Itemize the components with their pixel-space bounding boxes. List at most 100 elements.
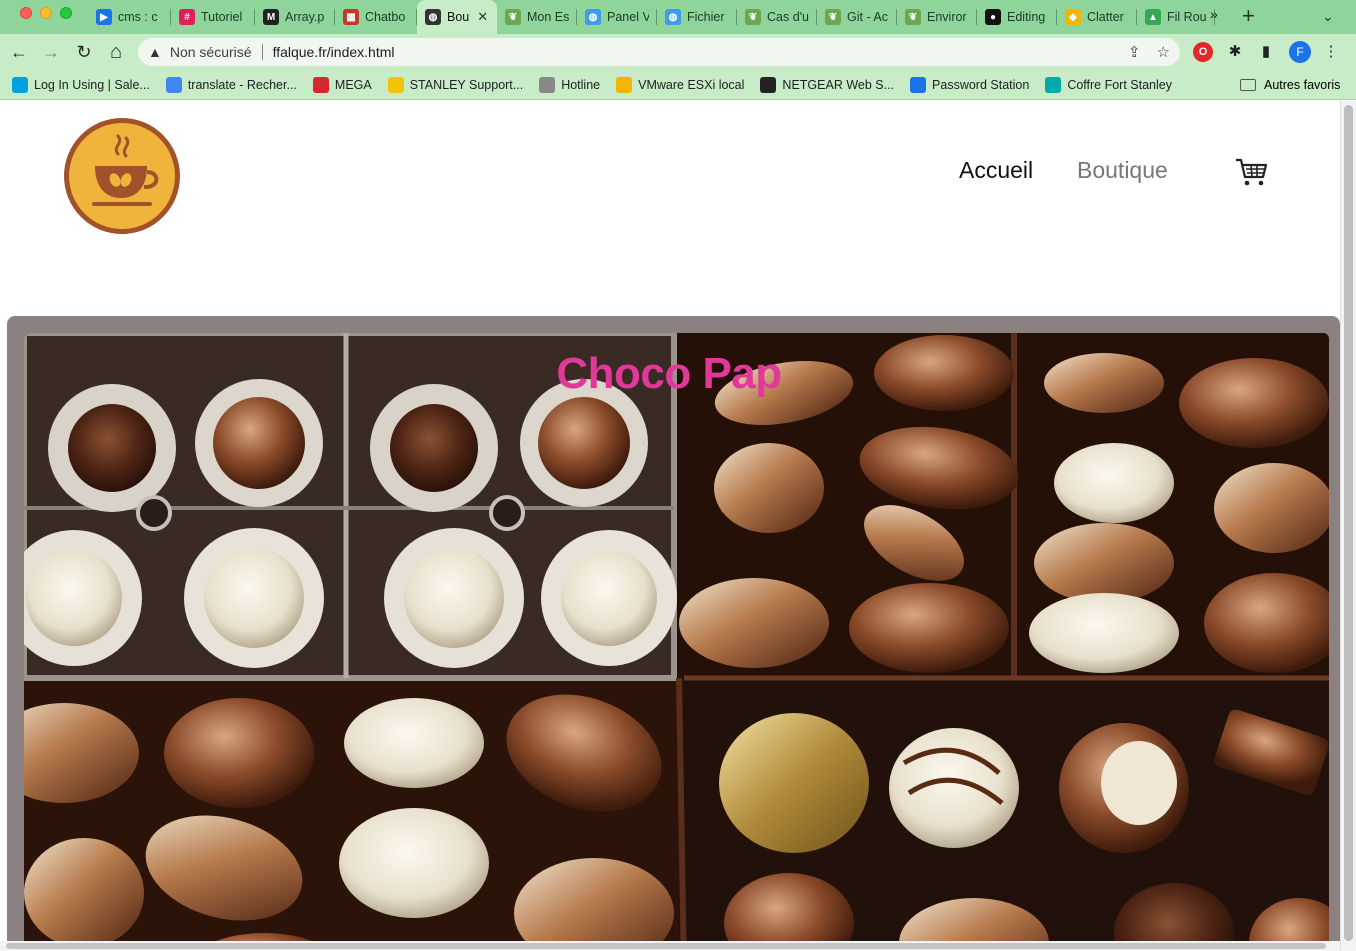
coffee-cup-logo[interactable] xyxy=(62,116,182,236)
browser-tab[interactable]: ◍ Bou ✕ xyxy=(417,0,497,34)
share-icon[interactable]: ⇪ xyxy=(1128,43,1141,61)
bookmark-favicon-icon xyxy=(1045,76,1062,93)
nav-link-accueil[interactable]: Accueil xyxy=(959,157,1033,184)
browser-tab[interactable]: M Array.p xyxy=(255,0,335,34)
drive-icon: ▲ xyxy=(1145,9,1161,25)
bookmark-favicon-icon xyxy=(539,76,556,93)
tab-bar: ▶ cms : c # Tutoriel M Array.p ▦ Chatbo ◍ Bou ✕ ❦ Mo… xyxy=(0,0,1356,34)
adblock-extension-icon[interactable]: O xyxy=(1193,42,1213,62)
hero-title: Choco Pap xyxy=(556,349,782,398)
tab-label: Cas d'u xyxy=(767,10,809,24)
bookmark-favicon-icon xyxy=(12,76,28,93)
tab-label: Bou xyxy=(447,10,470,24)
browser-tab[interactable]: ❦ Git - Ac xyxy=(817,0,897,34)
horizontal-scrollbar[interactable] xyxy=(0,941,1340,951)
tab-label: Tutoriel xyxy=(201,10,243,24)
pin-icon: ◆ xyxy=(1065,9,1081,25)
browser-tab[interactable]: ◍ Panel V xyxy=(577,0,657,34)
shopping-cart-icon[interactable] xyxy=(1234,157,1268,187)
horizontal-scroll-thumb[interactable] xyxy=(6,943,1326,949)
extensions-puzzle-icon[interactable]: ✱ xyxy=(1225,42,1245,62)
tab-strip: ▶ cms : c # Tutoriel M Array.p ▦ Chatbo ◍ Bou ✕ ❦ Mo… xyxy=(88,0,1215,34)
leaf-icon: ❦ xyxy=(905,9,921,25)
browser-toolbar: ← → ↻ ⌂ ▲ Non sécurisé ffalque.fr/index.… xyxy=(0,34,1356,70)
browser-tab[interactable]: ▶ cms : c xyxy=(88,0,171,34)
browser-tab[interactable]: # Tutoriel xyxy=(171,0,255,34)
bookmark-star-icon[interactable]: ☆ xyxy=(1157,43,1170,61)
security-label[interactable]: Non sécurisé xyxy=(170,44,252,60)
other-bookmarks-folder[interactable]: Autres favoris xyxy=(1240,70,1340,100)
bookmark-item[interactable]: NETGEAR Web S... xyxy=(760,76,894,93)
browser-tab[interactable]: ● Editing xyxy=(977,0,1057,34)
bookmark-label: Password Station xyxy=(932,77,1030,92)
bookmark-label: translate - Recher... xyxy=(187,77,297,92)
leaf-icon: ❦ xyxy=(745,9,761,25)
bookmark-item[interactable]: Password Station xyxy=(910,76,1030,93)
browser-tab[interactable]: ▲ Fil Rou xyxy=(1137,0,1215,34)
tab-label: Array.p xyxy=(285,10,325,24)
url-text[interactable]: ffalque.fr/index.html xyxy=(273,44,395,60)
bookmark-item[interactable]: Hotline xyxy=(539,76,601,93)
browser-tab[interactable]: ◆ Clatter xyxy=(1057,0,1137,34)
close-tab-icon[interactable]: ✕ xyxy=(477,9,488,25)
other-bookmarks-label: Autres favoris xyxy=(1264,78,1341,92)
new-tab-button[interactable]: + xyxy=(1242,5,1255,27)
tab-label: Fil Rou xyxy=(1167,10,1207,24)
browser-tab[interactable]: ❦ Mon Es xyxy=(497,0,577,34)
bookmark-label: Hotline xyxy=(561,77,601,92)
tab-label: cms : c xyxy=(118,10,158,24)
browser-tab[interactable]: ❦ Enviror xyxy=(897,0,977,34)
bookmark-favicon-icon xyxy=(312,76,329,93)
bookmark-item[interactable]: STANLEY Support... xyxy=(387,76,524,93)
bookmark-item[interactable]: Coffre Fort Stanley xyxy=(1045,76,1172,93)
window-close-button[interactable] xyxy=(20,7,32,19)
bookmark-favicon-icon xyxy=(387,76,404,93)
github-icon: ● xyxy=(985,9,1001,25)
slack-icon: # xyxy=(179,9,195,25)
bookmark-item[interactable]: MEGA xyxy=(312,76,372,93)
globe-icon: ◍ xyxy=(665,9,681,25)
window-maximize-button[interactable] xyxy=(60,7,72,19)
side-panel-icon[interactable]: ▮ xyxy=(1256,42,1276,62)
vertical-scroll-thumb[interactable] xyxy=(1344,105,1353,941)
address-bar[interactable]: ▲ Non sécurisé ffalque.fr/index.html ⇪ ☆ xyxy=(138,38,1180,66)
tab-search-button[interactable]: ⌄ xyxy=(1322,8,1334,25)
bookmark-label: MEGA xyxy=(334,77,372,92)
tab-label: Chatbo xyxy=(365,10,406,24)
globe-icon: ◍ xyxy=(585,9,601,25)
bookmark-item[interactable]: VMware ESXi local xyxy=(616,76,745,93)
bookmark-favicon-icon xyxy=(910,76,927,93)
tab-label: Mon Es xyxy=(527,10,569,24)
warning-icon[interactable]: ▲ xyxy=(148,44,162,60)
m-icon: M xyxy=(263,9,279,25)
vertical-scrollbar[interactable] xyxy=(1340,101,1356,951)
profile-avatar[interactable]: F xyxy=(1289,41,1311,63)
home-button[interactable]: ⌂ xyxy=(105,41,127,63)
bookmark-favicon-icon xyxy=(616,76,633,93)
bookmark-favicon-icon xyxy=(760,76,777,93)
browser-menu-icon[interactable]: ⋮ xyxy=(1321,42,1341,62)
tab-label: Panel V xyxy=(607,10,649,24)
tab-label: Editing xyxy=(1007,10,1046,24)
window-minimize-button[interactable] xyxy=(40,7,52,19)
hero-banner: Choco Pap xyxy=(24,333,1329,951)
bookmark-item[interactable]: translate - Recher... xyxy=(165,76,297,93)
address-divider xyxy=(261,44,263,60)
hero-frame: Choco Pap xyxy=(7,316,1340,951)
reload-button[interactable]: ↻ xyxy=(73,41,95,63)
bookmark-item[interactable]: Log In Using | Sale... xyxy=(12,76,150,93)
globe-icon: ◍ xyxy=(425,9,441,25)
back-button[interactable]: ← xyxy=(8,41,30,63)
bookmark-label: VMware ESXi local xyxy=(638,77,745,92)
browser-tab[interactable]: ◍ Fichier xyxy=(657,0,737,34)
browser-tab[interactable]: ▦ Chatbo xyxy=(335,0,417,34)
grid-icon: ▦ xyxy=(343,9,359,25)
bookmark-favicon-icon xyxy=(165,76,182,93)
forward-button[interactable]: → xyxy=(40,41,62,63)
tab-label: Git - Ac xyxy=(847,10,888,24)
browser-tab[interactable]: ❦ Cas d'u xyxy=(737,0,817,34)
nav-link-boutique[interactable]: Boutique xyxy=(1077,157,1168,184)
bookmark-label: Log In Using | Sale... xyxy=(34,77,150,92)
bookmark-label: STANLEY Support... xyxy=(409,77,524,92)
bookmarks-overflow-button[interactable]: » xyxy=(1210,6,1218,22)
